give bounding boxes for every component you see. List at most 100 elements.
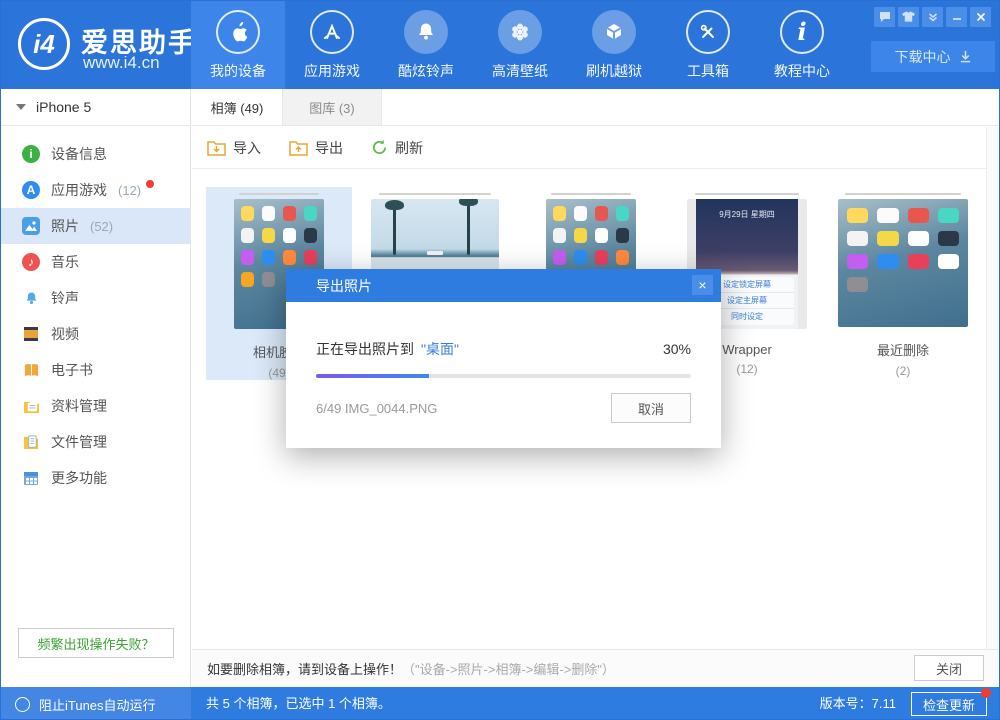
nav-label: 刷机越狱 [586,61,642,81]
close-panel-button[interactable]: 关闭 [914,655,984,681]
nav-tutorials[interactable]: i 教程中心 [755,1,849,89]
nav-my-devices[interactable]: 我的设备 [191,1,285,89]
nav-label: 应用游戏 [304,61,360,81]
tab-gallery[interactable]: 图库 (3) [282,89,382,125]
album-stack [551,193,631,195]
bell-icon [404,10,448,54]
sidebar-item-ringtones[interactable]: 铃声 [1,280,190,316]
notification-dot [146,180,154,188]
nav-jailbreak[interactable]: 刷机越狱 [567,1,661,89]
export-message: 正在导出照片到 [316,339,414,359]
album-stack [695,193,799,195]
export-destination: "桌面" [421,339,459,359]
nav-wallpapers[interactable]: 高清壁纸 [473,1,567,89]
current-file-status: 6/49 IMG_0044.PNG [316,401,437,416]
app-logo: i4 [18,18,70,70]
operation-failure-help-button[interactable]: 频繁出现操作失败？ [18,628,174,658]
album-stack [239,193,319,195]
tab-albums[interactable]: 相簿 (49) [192,89,282,125]
sidebar-item-device-info[interactable]: i 设备信息 [1,136,190,172]
nav-label: 高清壁纸 [492,61,548,81]
dialog-titlebar: 导出照片 × [286,269,721,302]
refresh-button[interactable]: 刷新 [371,138,423,158]
minimize-icon[interactable] [946,7,967,27]
apple-icon [216,10,260,54]
feedback-icon[interactable] [874,7,895,27]
device-name: iPhone 5 [36,99,91,115]
selection-summary: 共 5 个相簿，已选中 1 个相簿。 [206,687,391,720]
sidebar-item-ebooks[interactable]: 电子书 [1,352,190,388]
dialog-title: 导出照片 [316,276,372,296]
sidebar: iPhone 5 i 设备信息 A 应用游戏 (12) 照片 (52) ♪ [1,89,191,687]
tab-bar: 相簿 (49) 图库 (3) [192,89,998,126]
app-window: i4 爱思助手 www.i4.cn 我的设备 应用游戏 酷炫铃声 [0,0,1000,720]
nav-toolbox[interactable]: 工具箱 [661,1,755,89]
photos-icon [22,217,40,235]
skin-icon[interactable] [898,7,919,27]
album-stack [845,193,961,195]
sidebar-item-more[interactable]: 更多功能 [1,460,190,496]
nav-apps-games[interactable]: 应用游戏 [285,1,379,89]
sidebar-item-music[interactable]: ♪ 音乐 [1,244,190,280]
sidebar-item-file-manager[interactable]: 文件管理 [1,424,190,460]
progress-fill [316,374,429,378]
import-icon [207,140,226,156]
export-button[interactable]: 导出 [289,138,343,158]
bell-icon [22,289,40,307]
folder-file-icon [22,433,40,451]
sidebar-item-photos[interactable]: 照片 (52) [1,208,190,244]
refresh-icon [371,139,388,156]
delete-notice-path: （"设备->照片->相簿->编辑->删除"） [402,659,615,678]
notice-bar: 如要删除相簿，请到设备上操作！ （"设备->照片->相簿->编辑->删除"） [192,649,998,687]
version-label: 版本号：7.11 [820,687,896,720]
progress-bar [316,374,691,378]
album-recently-deleted[interactable]: 最近删除 (2) [830,187,976,380]
radio-unchecked-icon [15,697,30,712]
progress-percent: 30% [663,341,691,357]
album-count: (12) [736,362,757,376]
import-button[interactable]: 导入 [207,138,261,158]
sidebar-item-apps[interactable]: A 应用游戏 (12) [1,172,190,208]
sidebar-item-videos[interactable]: 视频 [1,316,190,352]
minimize-to-tray-icon[interactable] [922,7,943,27]
chevron-down-icon [16,104,26,110]
appstore-icon [310,10,354,54]
download-center-button[interactable]: 下载中心 [871,41,995,72]
grid-icon [22,469,40,487]
tools-icon [686,10,730,54]
info-icon: i [780,10,824,54]
window-controls [874,7,991,27]
album-thumbnail [838,199,968,327]
album-name: Wrapper [722,342,772,357]
folder-list-icon [22,397,40,415]
dialog-body: 正在导出照片到 "桌面" 30% 6/49 IMG_0044.PNG 取消 [286,339,721,423]
sidebar-item-data-manager[interactable]: 资料管理 [1,388,190,424]
status-bar: 阻止iTunes自动运行 共 5 个相簿，已选中 1 个相簿。 版本号：7.11… [1,687,999,720]
nav-label: 教程中心 [774,61,830,81]
scrollbar[interactable] [986,127,998,649]
music-icon: ♪ [22,253,40,271]
app-website: www.i4.cn [83,53,160,73]
update-notification-dot [981,688,991,698]
logo-badge: i4 [33,29,55,60]
export-icon [289,140,308,156]
dialog-close-icon[interactable]: × [692,275,713,295]
header-bar: i4 爱思助手 www.i4.cn 我的设备 应用游戏 酷炫铃声 [1,1,999,89]
sidebar-menu: i 设备信息 A 应用游戏 (12) 照片 (52) ♪ 音乐 [1,136,190,496]
block-itunes-toggle[interactable]: 阻止iTunes自动运行 [1,687,191,720]
export-photos-dialog: 导出照片 × 正在导出照片到 "桌面" 30% 6/49 IMG_0044.PN… [286,269,721,448]
book-icon [22,361,40,379]
flower-icon [498,10,542,54]
album-count: (2) [896,364,911,378]
check-update-button[interactable]: 检查更新 [911,692,987,716]
nav-ringtones[interactable]: 酷炫铃声 [379,1,473,89]
close-icon[interactable] [970,7,991,27]
cancel-button[interactable]: 取消 [611,393,691,423]
album-stack [379,193,491,195]
delete-notice: 如要删除相簿，请到设备上操作！ [207,659,402,678]
toolbar: 导入 导出 刷新 [192,127,986,169]
video-icon [22,325,40,343]
nav-label: 酷炫铃声 [398,61,454,81]
nav-label: 我的设备 [210,61,266,81]
device-selector[interactable]: iPhone 5 [1,89,190,126]
